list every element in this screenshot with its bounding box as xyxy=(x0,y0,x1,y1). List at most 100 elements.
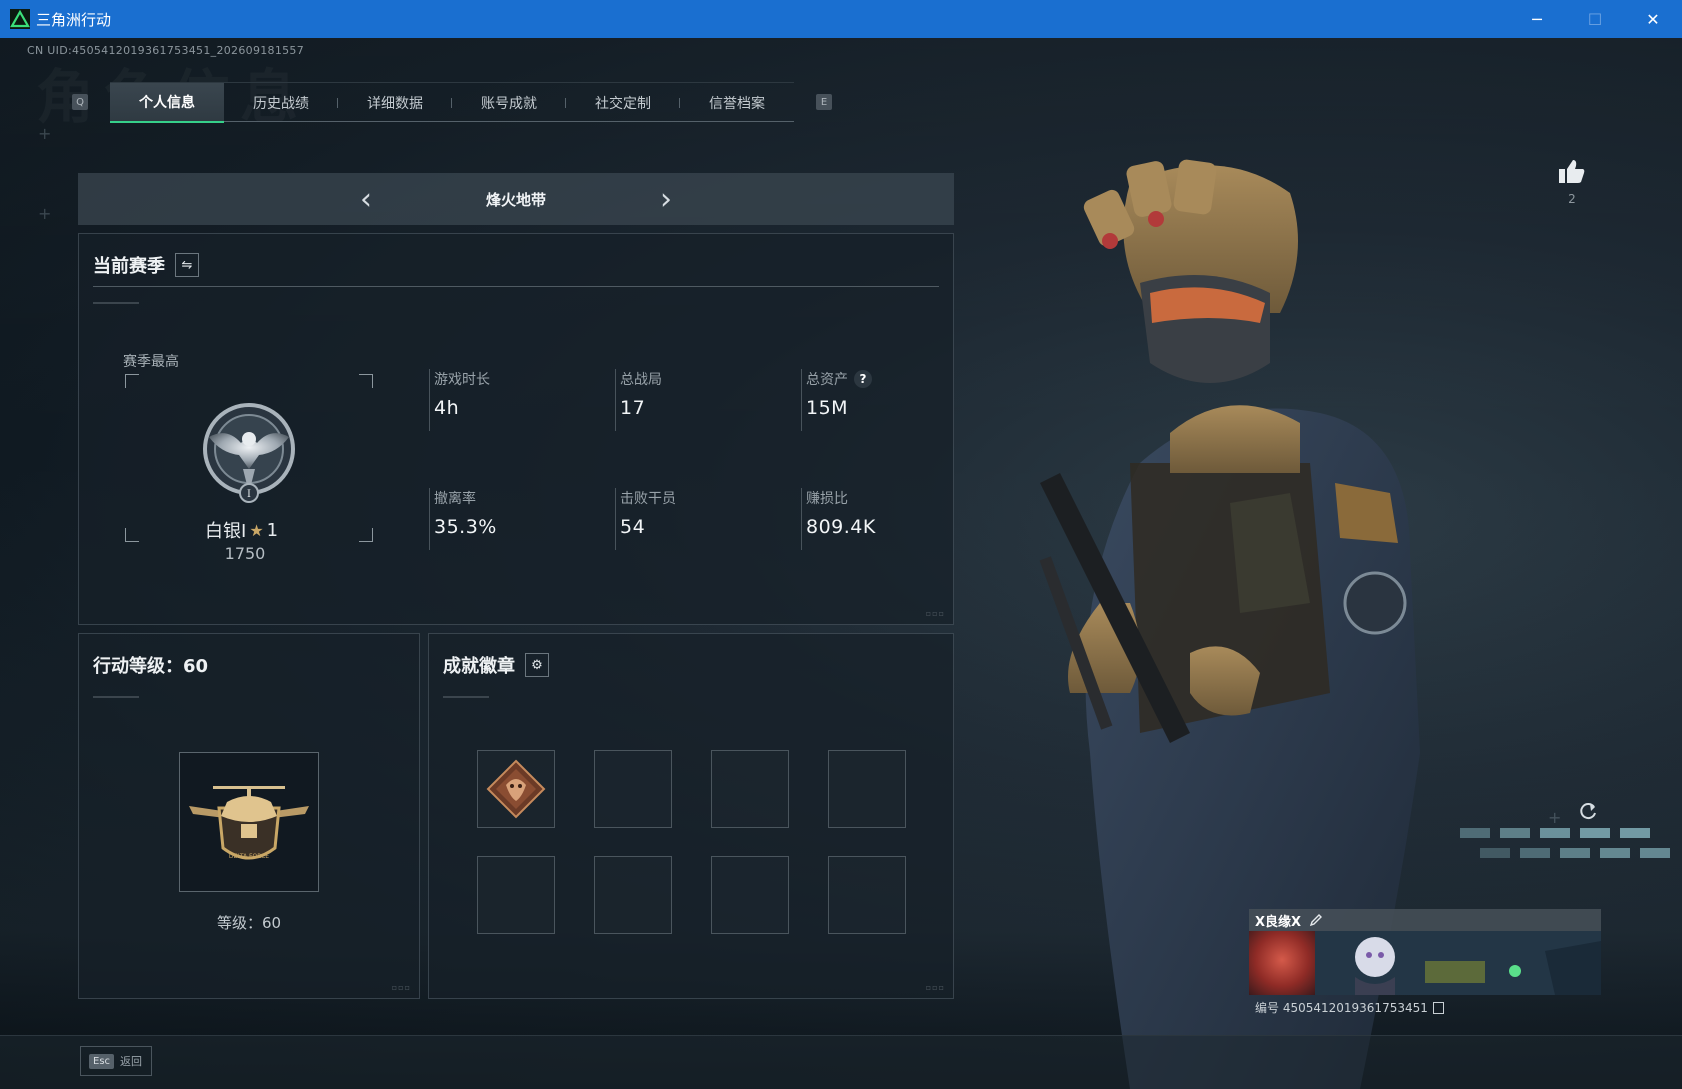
avatar xyxy=(1249,931,1315,995)
stat-label: 总资产 ? xyxy=(806,369,971,389)
stat-total-assets: 总资产 ? 15M xyxy=(801,369,971,431)
chevron-left-icon[interactable]: ‹ xyxy=(346,182,386,217)
divider xyxy=(93,696,139,698)
app-area: 角色信息 CN UID:4505412019361753451_20260918… xyxy=(0,38,1682,1089)
season-panel: 当前赛季 ⇋ 赛季最高 I 白银I ★ 1 1750 游戏时长 4h 总战局 1… xyxy=(78,233,954,625)
achievements-panel: 成就徽章 ⚙ ▫▫▫ xyxy=(428,633,954,999)
panel-corner-deco: ▫▫▫ xyxy=(925,983,945,992)
achievements-title: 成就徽章 xyxy=(443,656,515,677)
next-tab-key-hint[interactable]: E xyxy=(816,94,832,110)
svg-text:I: I xyxy=(247,489,251,500)
stat-profit-loss: 赚损比 809.4K xyxy=(801,488,971,550)
tab-credit-record[interactable]: 信誉档案 xyxy=(680,83,794,123)
rank-points: 1750 xyxy=(224,544,266,563)
divider xyxy=(93,286,939,287)
prev-tab-key-hint[interactable]: Q xyxy=(72,94,88,110)
thumbs-up-icon[interactable] xyxy=(1558,158,1586,184)
silver-eagle-rank-icon: I xyxy=(197,397,301,507)
badge-slot-empty[interactable] xyxy=(477,856,555,934)
badge-slot-empty[interactable] xyxy=(828,750,906,828)
tab-match-history[interactable]: 历史战绩 xyxy=(224,83,338,123)
tab-detailed-data[interactable]: 详细数据 xyxy=(338,83,452,123)
stat-value: 809.4K xyxy=(806,516,876,538)
chevron-right-icon[interactable]: › xyxy=(646,182,686,217)
mode-selector: ‹ 烽火地带 › xyxy=(78,173,954,225)
player-name-row: X良缘X xyxy=(1249,909,1601,931)
tab-bar: 个人信息 历史战绩 详细数据 账号成就 社交定制 信誉档案 xyxy=(110,82,794,123)
back-label: 返回 xyxy=(120,1055,143,1068)
minimize-button[interactable]: ─ xyxy=(1508,0,1566,38)
back-button[interactable]: Esc 返回 xyxy=(80,1046,152,1076)
panel-corner-deco: ▫▫▫ xyxy=(925,609,945,618)
player-name: X良缘X xyxy=(1255,914,1302,930)
stat-label: 赚损比 xyxy=(806,491,848,507)
badge-slot-empty[interactable] xyxy=(594,750,672,828)
stat-total-matches: 总战局 17 xyxy=(615,369,785,431)
stat-value: 4h xyxy=(434,397,460,419)
maximize-button[interactable]: ☐ xyxy=(1566,0,1624,38)
stat-label: 游戏时长 xyxy=(434,372,490,388)
tab-personal-info[interactable]: 个人信息 xyxy=(110,83,224,123)
level-text: 等级：60 xyxy=(216,914,282,932)
stat-label: 总战局 xyxy=(620,372,662,388)
app-logo-icon xyxy=(10,9,30,29)
level-emblem-frame: DELTA FORCE xyxy=(179,752,319,892)
achievements-panel-header: 成就徽章 ⚙ xyxy=(443,652,549,678)
dragon-badge-icon xyxy=(486,759,546,819)
tab-navigation: Q 个人信息 历史战绩 详细数据 账号成就 社交定制 信誉档案 E xyxy=(72,82,832,123)
stat-label: 撤离率 xyxy=(434,491,476,507)
copy-icon[interactable] xyxy=(1432,1001,1444,1014)
stat-value: 17 xyxy=(620,397,646,419)
like-block: 2 xyxy=(1557,158,1587,206)
badge-slot-empty[interactable] xyxy=(711,856,789,934)
rank-name: 白银I ★ 1 xyxy=(205,517,377,543)
divider xyxy=(93,302,139,304)
card-artwork-image xyxy=(1315,931,1601,995)
tab-social-customization[interactable]: 社交定制 xyxy=(566,83,680,123)
swap-icon[interactable]: ⇋ xyxy=(175,253,199,277)
mode-title: 烽火地带 xyxy=(485,190,546,209)
divider xyxy=(443,696,489,698)
window-titlebar: 三角洲行动 ─ ☐ ✕ xyxy=(0,0,1682,38)
stat-label-text: 总资产 xyxy=(806,372,848,388)
window-controls: ─ ☐ ✕ xyxy=(1508,0,1682,38)
edit-icon[interactable] xyxy=(1309,913,1323,927)
star-icon: ★ xyxy=(249,520,264,540)
help-icon[interactable]: ? xyxy=(854,370,872,388)
season-best-label: 赛季最高 xyxy=(123,354,179,370)
rank-tier: 白银I xyxy=(205,521,247,542)
deco-plus-icon: + xyxy=(38,204,52,223)
badge-slot-empty[interactable] xyxy=(711,750,789,828)
window-title: 三角洲行动 xyxy=(36,10,112,29)
stat-extraction-rate: 撤离率 35.3% xyxy=(429,488,599,550)
helicopter-emblem-icon: DELTA FORCE xyxy=(189,786,309,860)
refresh-icon[interactable] xyxy=(1577,800,1599,822)
level-panel: 行动等级：60 DELTA FORCE 等级：60 ▫▫▫ xyxy=(78,633,420,999)
player-name-card[interactable]: X良缘X 编号 4505412019361753451 xyxy=(1249,909,1601,1017)
name-card-banner xyxy=(1249,931,1601,995)
stat-value: 35.3% xyxy=(434,516,497,538)
level-title: 行动等级：60 xyxy=(93,656,209,677)
light-bars-deco xyxy=(1460,828,1670,858)
stat-play-time: 游戏时长 4h xyxy=(429,369,599,431)
stat-value: 54 xyxy=(620,516,646,538)
tab-achievements[interactable]: 账号成就 xyxy=(452,83,566,123)
badge-slot-empty[interactable] xyxy=(828,856,906,934)
svg-text:DELTA FORCE: DELTA FORCE xyxy=(229,853,269,860)
season-panel-header: 当前赛季 ⇋ xyxy=(93,252,199,278)
level-panel-header: 行动等级：60 xyxy=(93,652,208,678)
badge-slot-empty[interactable] xyxy=(594,856,672,934)
season-title: 当前赛季 xyxy=(93,256,165,277)
stat-label: 击败干员 xyxy=(620,491,676,507)
rank-stars: 1 xyxy=(266,519,279,541)
gear-icon[interactable]: ⚙ xyxy=(525,653,549,677)
like-count: 2 xyxy=(1568,192,1576,206)
badge-slot-filled[interactable] xyxy=(477,750,555,828)
deco-plus-icon: + xyxy=(38,124,52,143)
bottom-bar: Esc 返回 xyxy=(0,1035,1682,1089)
stat-operators-defeated: 击败干员 54 xyxy=(615,488,785,550)
panel-corner-deco: ▫▫▫ xyxy=(391,983,411,992)
player-id-row: 编号 4505412019361753451 xyxy=(1255,999,1444,1016)
close-button[interactable]: ✕ xyxy=(1624,0,1682,38)
player-id: 编号 4505412019361753451 xyxy=(1255,1001,1428,1015)
